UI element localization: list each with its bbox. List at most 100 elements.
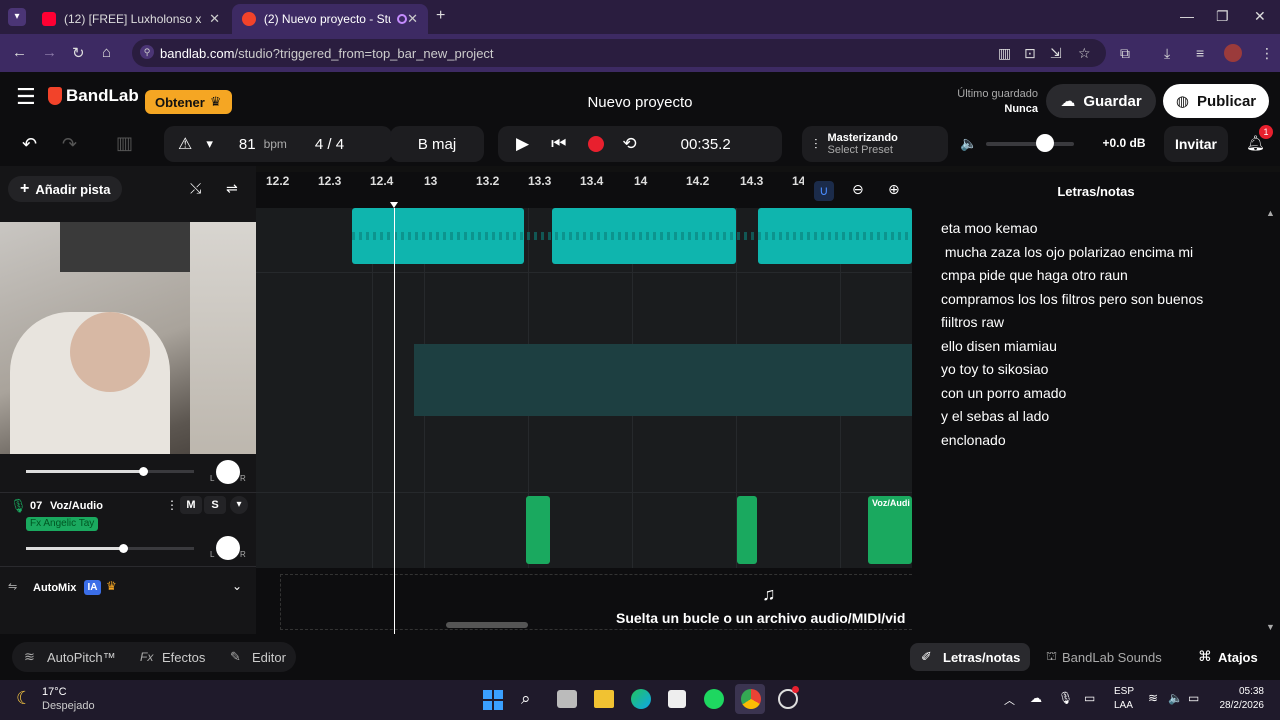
get-membership-button[interactable]: Obtener ♛ <box>145 90 232 114</box>
clock-time[interactable]: 05:38 <box>1218 686 1264 697</box>
track7-fx-badge[interactable]: Fx Angelic Tay <box>26 517 99 531</box>
wifi-icon[interactable]: ≋ <box>1148 691 1158 705</box>
bandlab-sounds-button[interactable]: BandLab Sounds <box>1062 650 1162 665</box>
selected-region[interactable] <box>414 344 912 416</box>
moon-weather-icon[interactable]: ☾ <box>16 688 32 709</box>
back-icon[interactable]: ← <box>12 44 27 61</box>
editor-button[interactable]: Editor <box>252 650 286 665</box>
track6-volume-knob[interactable] <box>139 467 148 476</box>
lyric-line[interactable]: yo toy to sikosiao <box>941 361 1048 377</box>
close-window-icon[interactable]: ✕ <box>1254 8 1266 25</box>
home-icon[interactable]: ⌂ <box>102 44 111 61</box>
automix-label[interactable]: AutoMix <box>33 582 76 594</box>
tab-bandlab[interactable]: (2) Nuevo proyecto - Studio ✕ <box>232 4 428 34</box>
tray-cloud-icon[interactable]: ☁ <box>1030 691 1042 705</box>
bookmark-star-icon[interactable]: ☆ <box>1078 45 1091 62</box>
scroll-up-icon[interactable]: ▲ <box>1266 208 1275 218</box>
magnet-snap-icon[interactable]: ∪ <box>814 181 834 201</box>
playhead[interactable] <box>394 208 395 634</box>
undo-icon[interactable]: ↶ <box>22 134 37 155</box>
vocal-clip[interactable] <box>526 496 550 564</box>
lyric-line[interactable]: mucha zaza los ojo polarizao encima mi <box>941 244 1193 260</box>
reload-icon[interactable]: ↻ <box>72 44 85 62</box>
loop-icon[interactable]: ⟲ <box>622 134 636 154</box>
redo-icon[interactable]: ↷ <box>62 134 77 155</box>
invite-button[interactable]: Invitar <box>1164 126 1228 162</box>
timeline-ruler[interactable]: 12.2 12.3 12.4 13 13.2 13.3 13.4 14 14.2… <box>256 172 912 208</box>
url-field[interactable]: ⚲ bandlab.com/studio?triggered_from=top_… <box>132 39 1106 67</box>
automation-icon[interactable]: ⤯ <box>190 180 201 197</box>
skip-back-icon[interactable]: ⏮ <box>551 134 566 154</box>
vocal-clip[interactable]: Voz/Audi <box>868 496 912 564</box>
track7-menu-icon[interactable]: ⋮ <box>166 498 178 512</box>
weather-desc[interactable]: Despejado <box>42 700 95 712</box>
windows-start-icon[interactable] <box>483 690 503 710</box>
chrome-icon[interactable] <box>741 689 761 709</box>
bpm-value[interactable]: 81 <box>239 136 256 153</box>
download-icon[interactable]: ⤓ <box>1164 45 1170 62</box>
lyric-line[interactable]: eta moo kemao <box>941 220 1038 236</box>
tab-youtube[interactable]: (12) [FREE] Luxholonso x Cero° ✕ <box>32 4 230 34</box>
new-tab-icon[interactable]: + <box>436 7 445 25</box>
zoom-out-icon[interactable]: ⊖ <box>852 181 864 198</box>
automix-expand-icon[interactable]: ⌄ <box>232 579 242 593</box>
shortcuts-button[interactable]: Atajos <box>1218 650 1258 665</box>
master-volume-slider[interactable] <box>986 142 1074 146</box>
tray-display-icon[interactable]: ▭ <box>1084 691 1095 705</box>
profile-avatar[interactable] <box>1224 44 1242 62</box>
lyric-line[interactable]: cmpa pide que haga otro raun <box>941 267 1128 283</box>
zoom-in-icon[interactable]: ⊕ <box>888 181 900 198</box>
publish-button[interactable]: ◍ Publicar <box>1163 84 1269 118</box>
add-track-button[interactable]: + Añadir pista <box>8 176 123 202</box>
track7-solo-button[interactable]: S <box>204 496 226 514</box>
battery-icon[interactable]: ▭ <box>1188 691 1199 705</box>
tray-chevron-icon[interactable]: ︿ <box>1004 692 1015 708</box>
key-selector[interactable]: B maj <box>390 126 484 162</box>
volume-icon[interactable]: 🔈 <box>960 135 977 152</box>
mastering-button[interactable]: ⫶ Masterizando Select Preset <box>802 126 948 162</box>
lyric-line[interactable]: enclonado <box>941 432 1006 448</box>
keyboard-lang[interactable]: ESP <box>1114 686 1134 697</box>
track7-volume-knob[interactable] <box>119 544 128 553</box>
hamburger-menu-icon[interactable]: ☰ <box>16 86 36 108</box>
speaker-icon[interactable]: 🔈 <box>1168 691 1183 705</box>
store-icon[interactable] <box>668 690 686 708</box>
install-app-icon[interactable]: ⇲ <box>1050 45 1062 62</box>
maximize-icon[interactable]: ❐ <box>1216 8 1229 25</box>
track-lanes[interactable]: Voz/Audi ♫ Suelta un bucle o un archivo … <box>256 208 912 634</box>
edge-icon[interactable] <box>631 689 651 709</box>
file-explorer-icon[interactable] <box>594 690 614 708</box>
tray-mic-icon[interactable]: 🎙︎ <box>1058 691 1073 705</box>
menu-kebab-icon[interactable]: ⋮ <box>1260 45 1274 62</box>
record-icon[interactable] <box>588 136 605 152</box>
effects-button[interactable]: Efectos <box>162 650 205 665</box>
project-title[interactable]: Nuevo proyecto <box>540 94 740 111</box>
horizontal-scrollbar[interactable] <box>446 622 528 628</box>
playhead-marker[interactable] <box>390 202 398 208</box>
track7-name[interactable]: Voz/Audio <box>50 500 103 512</box>
spotify-icon[interactable] <box>704 689 724 709</box>
extensions-icon[interactable]: ⧉ <box>1120 45 1130 62</box>
media-controls-icon[interactable]: ≡ <box>1196 45 1204 61</box>
tab-list-icon[interactable]: ▾ <box>8 8 26 26</box>
play-icon[interactable]: ▶ <box>516 134 529 154</box>
track-settings-icon[interactable]: ⇌ <box>226 180 238 197</box>
task-view-icon[interactable] <box>557 690 577 708</box>
metronome-dropdown-icon[interactable]: ▾ <box>206 136 213 152</box>
track7-expand-icon[interactable]: ▾ <box>230 496 248 514</box>
scroll-down-icon[interactable]: ▼ <box>1266 622 1275 632</box>
weather-temp[interactable]: 17°C <box>42 686 67 698</box>
bandlab-logo[interactable]: BandLab <box>48 86 139 106</box>
save-button[interactable]: ☁ Guardar <box>1046 84 1156 118</box>
lens-icon[interactable]: ⊡ <box>1024 45 1036 62</box>
forward-icon[interactable]: → <box>42 44 57 61</box>
track6-pan-knob[interactable] <box>216 460 240 484</box>
lyric-line[interactable]: ello disen miamiau <box>941 338 1057 354</box>
site-info-icon[interactable]: ⚲ <box>140 45 154 59</box>
search-icon[interactable]: ⌕ <box>521 689 531 709</box>
close-tab-icon[interactable]: ✕ <box>209 11 220 27</box>
autopitch-button[interactable]: AutoPitch™ <box>47 650 116 665</box>
metronome-icon[interactable]: ⚠ <box>178 134 192 154</box>
track7-pan-knob[interactable] <box>216 536 240 560</box>
lyric-line[interactable]: con un porro amado <box>941 385 1066 401</box>
